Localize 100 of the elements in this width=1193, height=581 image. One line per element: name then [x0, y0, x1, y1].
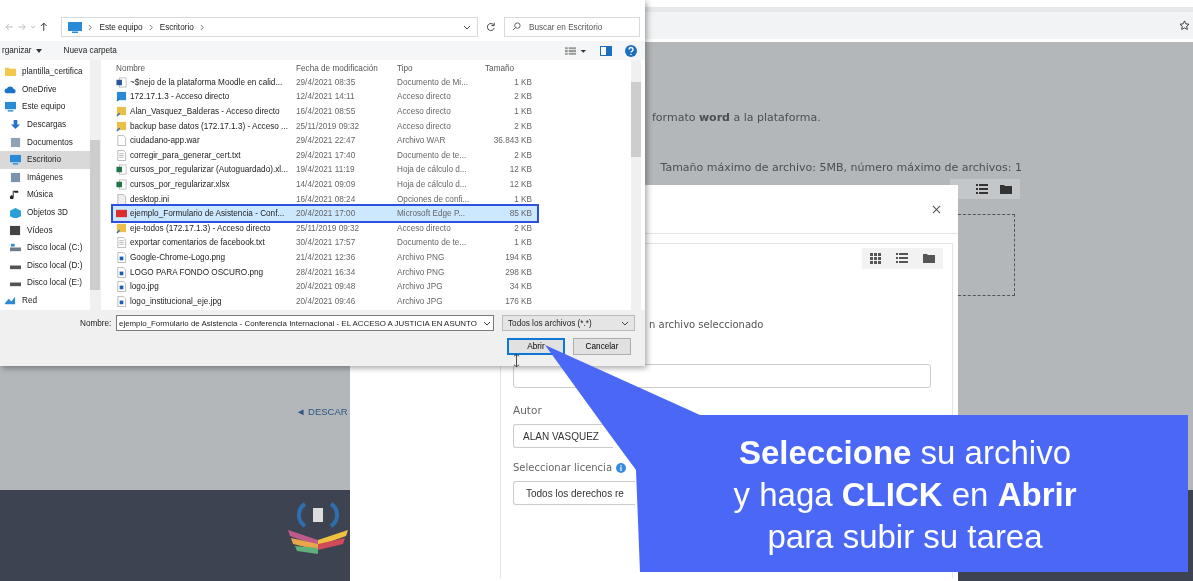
nav-item[interactable]: Imágenes: [0, 168, 90, 187]
address-bar[interactable]: Este equipo Escritorio: [61, 17, 479, 37]
nav-item[interactable]: Este equipo: [0, 98, 90, 116]
nav-item[interactable]: Disco local (C:): [0, 238, 90, 257]
file-row[interactable]: cursos_por_regularizar (Autoguardado).xl... 19/4/2021 11:19 Hoja de cálculo d... 12 KB: [113, 162, 537, 178]
column-header[interactable]: Tamaño: [482, 64, 532, 73]
nav-item[interactable]: OneDrive: [0, 80, 90, 99]
modified-date: 25/11/2019 09:32: [296, 223, 361, 233]
scrollbar[interactable]: [631, 60, 641, 310]
search-icon: [512, 22, 521, 31]
settings-file-icon: [116, 193, 127, 205]
nav-item[interactable]: Red: [0, 291, 90, 310]
license-select[interactable]: Todos los derechos re: [513, 481, 635, 505]
nav-item[interactable]: Objetos 3D: [0, 203, 90, 222]
file-name: cursos_por_regularizar.xlsx: [130, 179, 231, 189]
file-row[interactable]: cursos_por_regularizar.xlsx 14/4/2021 09:09 Hoja de cálculo d... 12 KB: [113, 177, 537, 192]
close-icon[interactable]: [932, 204, 941, 214]
file-limits-text: Tamaño máximo de archivo: 5MB, número máximo de archivos: 1: [659, 161, 1022, 174]
callout-text: para subir su tarea: [767, 517, 1043, 557]
help-icon[interactable]: [625, 44, 637, 57]
word-document-icon: [116, 76, 127, 88]
nav-item[interactable]: plantilla_certifica: [0, 63, 90, 81]
organize-menu[interactable]: rganizar: [0, 46, 44, 55]
list-view-icon[interactable]: [896, 253, 908, 263]
image-file-icon: [116, 295, 127, 307]
nav-item[interactable]: Descargas: [0, 115, 90, 134]
file-row[interactable]: Google-Chrome-Logo.png 21/4/2021 12:36 Archivo PNG 194 KB: [113, 250, 537, 265]
column-header[interactable]: Nombre: [116, 64, 296, 73]
modified-date: 20/4/2021 09:48: [296, 282, 357, 292]
chevron-right-icon: [148, 23, 154, 31]
file-row[interactable]: ~$nejo de la plataforma Moodle en calid... 29/4/2021 08:35 Documento de Mi... 1 KB: [113, 75, 537, 90]
file-name: logo.jpg: [130, 282, 160, 292]
file-type: Opciones de confi...: [397, 194, 471, 204]
file-type: Documento de Mi...: [397, 77, 469, 87]
nav-item[interactable]: Disco local (D:): [0, 256, 90, 275]
pdf-icon: [116, 208, 127, 220]
file-row[interactable]: LOGO PARA FONDO OSCURO.png 28/4/2021 16:34 Archivo PNG 298 KB: [113, 264, 537, 280]
info-icon[interactable]: [616, 462, 627, 473]
file-row[interactable]: corregir_para_generar_cert.txt 29/4/2021 17:40 Documento de te... 2 KB: [113, 147, 537, 163]
breadcrumb-item[interactable]: Este equipo: [99, 22, 143, 32]
file-name: ~$nejo de la plataforma Moodle en calid...: [130, 77, 284, 87]
file-type: Documento de te...: [397, 150, 468, 160]
view-options-icon[interactable]: [565, 45, 587, 56]
open-button[interactable]: Abrir: [507, 338, 565, 355]
bookmark-star-icon[interactable]: [1179, 20, 1190, 31]
folder-icon[interactable]: [923, 253, 935, 263]
file-name: eje-todos (172.17.1.3) - Acceso directo: [130, 223, 272, 233]
network-icon: [4, 295, 17, 306]
file-name: cursos_por_regularizar (Autoguardado).xl...: [130, 165, 289, 175]
file-type-filter[interactable]: Todos los archivos (*.*): [502, 315, 635, 331]
breadcrumb-item[interactable]: Escritorio: [159, 22, 194, 32]
modified-date: 20/4/2021 17:00: [296, 209, 357, 219]
file-size: 2 KB: [513, 121, 532, 131]
nav-item[interactable]: Música: [0, 186, 90, 204]
file-row[interactable]: desktop.ini 16/4/2021 08:24 Opciones de confi... 1 KB: [113, 191, 537, 207]
nav-item[interactable]: Escritorio: [0, 150, 90, 169]
cursor-icon: [513, 353, 520, 368]
modified-date: 20/4/2021 09:46: [296, 296, 357, 306]
callout-text: y haga CLICK en Abrir: [733, 475, 1077, 515]
column-header[interactable]: Tipo: [397, 64, 482, 73]
new-folder-button[interactable]: Nueva carpeta: [61, 46, 119, 55]
file-name-label: Nombre:: [80, 318, 113, 328]
modified-date: 19/4/2021 11:19: [296, 165, 356, 175]
file-row[interactable]: backup base datos (172.17.1.3) - Acceso ... 25/11/2019 09:32 Acceso directo 2 KB: [113, 118, 537, 134]
scrollbar[interactable]: [90, 60, 100, 310]
monitor-icon: [4, 101, 17, 113]
file-name: logo_institucional_eje.jpg: [130, 296, 223, 306]
column-header[interactable]: Fecha de modificación: [296, 64, 397, 73]
file-name: backup base datos (172.17.1.3) - Acceso ...: [130, 121, 289, 131]
nav-item[interactable]: Documentos: [0, 133, 90, 151]
caret-icon: [621, 320, 629, 326]
modified-date: 16/4/2021 08:55: [296, 107, 357, 116]
nav-item[interactable]: Vídeos: [0, 221, 90, 239]
folder-icon[interactable]: [1000, 184, 1012, 194]
list-view-icon[interactable]: [976, 184, 988, 194]
file-row[interactable]: eje-todos (172.17.1.3) - Acceso directo 25/11/2019 09:32 Acceso directo 2 KB: [113, 220, 537, 236]
file-row[interactable]: exportar comentarios de facebook.txt 30/4/2021 17:57 Documento de te... 1 KB: [113, 235, 537, 251]
file-row[interactable]: logo_institucional_eje.jpg 20/4/2021 09:46 Archivo JPG 176 KB: [113, 293, 537, 309]
grid-view-icon[interactable]: [870, 253, 881, 264]
cancel-button[interactable]: Cancelar: [573, 338, 631, 355]
dropdown-caret-icon[interactable]: [463, 24, 472, 30]
file-status-text: n archivo seleccionado: [649, 319, 764, 330]
search-field[interactable]: Buscar en Escritorio: [504, 17, 640, 37]
preview-pane-icon[interactable]: [600, 45, 612, 56]
nav-item[interactable]: Disco local (E:): [0, 274, 90, 292]
file-row[interactable]: ciudadano-app.war 29/4/2021 22:47 Archivo WAR 36.843 KB: [113, 133, 537, 148]
file-type: Acceso directo: [397, 223, 452, 233]
caret-icon[interactable]: [483, 320, 491, 326]
file-row[interactable]: Alan_Vasquez_Balderas - Acceso directo 16/4/2021 08:55 Acceso directo 1 KB: [113, 104, 537, 119]
file-row[interactable]: 172.17.1.3 - Acceso directo 12/4/2021 14:11 Acceso directo 2 KB: [113, 89, 537, 105]
file-size: 36.843 KB: [492, 136, 532, 146]
file-name: LOGO PARA FONDO OSCURO.png: [130, 267, 265, 277]
cloud-icon: [4, 83, 17, 95]
modified-date: 30/4/2021 17:57: [296, 238, 357, 248]
file-type: Acceso directo: [397, 121, 452, 131]
file-size: 2 KB: [513, 150, 532, 160]
file-row[interactable]: ejemplo_Formulario de Asistencia - Conf... 20/4/2021 17:00 Microsoft Edge P... 85 KB: [113, 206, 537, 221]
file-type: Archivo PNG: [397, 267, 446, 277]
refresh-icon[interactable]: [486, 22, 496, 32]
file-row[interactable]: logo.jpg 20/4/2021 09:48 Archivo JPG 34 KB: [113, 279, 537, 294]
